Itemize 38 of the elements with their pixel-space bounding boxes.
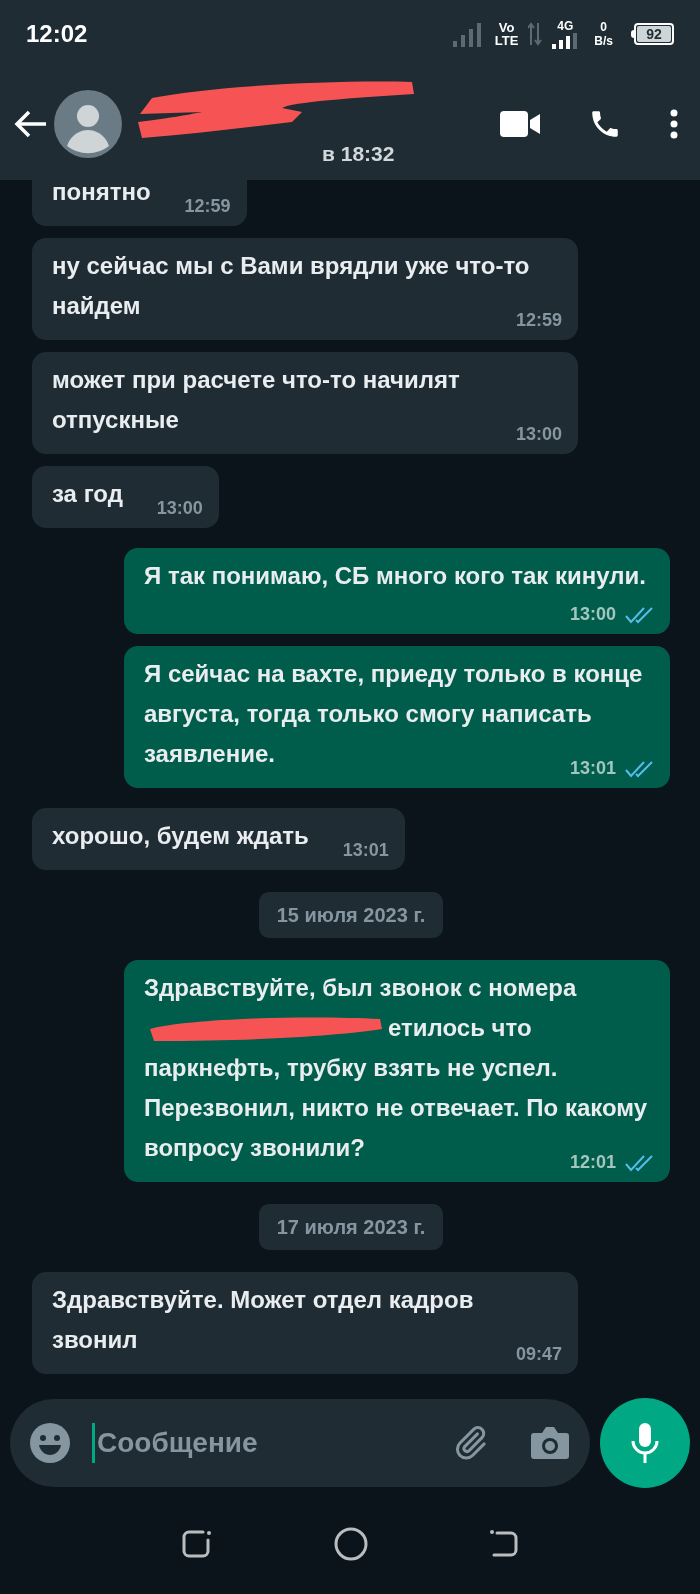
message-text: Здравствуйте. Может отдел кадров звонил: [52, 1286, 474, 1353]
back-arrow-icon[interactable]: [14, 109, 48, 139]
speed-value: 0: [600, 20, 607, 34]
data-arrows-icon: [528, 21, 543, 47]
message-time: 13:00: [569, 603, 616, 626]
message-text: хорошо, будем ждать: [52, 822, 309, 849]
volte-label: Vo: [498, 21, 515, 34]
camera-icon[interactable]: [530, 1425, 570, 1461]
message-text: может при расчете что-то начилят отпускные: [52, 366, 460, 433]
date-separator: 17 июля 2023 г.: [258, 1204, 444, 1250]
more-options-icon[interactable]: [670, 109, 678, 139]
signal-icon: [552, 33, 579, 49]
message-text: етилось что: [388, 1013, 532, 1043]
video-call-icon[interactable]: [500, 111, 540, 137]
message-field[interactable]: Сообщение: [97, 1422, 450, 1464]
message-time: 13:01: [342, 839, 389, 862]
status-time: 12:02: [26, 19, 88, 49]
back-icon[interactable]: [489, 1528, 520, 1560]
network-label: 4G: [557, 19, 574, 33]
message-time: 13:00: [515, 423, 562, 446]
emoji-icon[interactable]: [30, 1423, 70, 1463]
volte-label: LTE: [494, 34, 519, 47]
avatar-icon[interactable]: [54, 90, 122, 158]
message-time: 13:00: [156, 497, 203, 520]
message-text: за год: [52, 480, 123, 507]
message-time: 12:59: [184, 195, 231, 218]
message-text: Я так понимаю, СБ много кого так кинули.: [144, 562, 646, 589]
message-bar[interactable]: Сообщение: [10, 1399, 590, 1487]
last-seen-status: в 18:32: [322, 141, 396, 168]
message-text: понятно: [52, 180, 151, 205]
microphone-icon: [630, 1423, 660, 1463]
battery-level: 92: [637, 26, 671, 42]
message-text: Здравствуйте, был звонок с номера: [144, 973, 578, 1003]
recents-icon[interactable]: [180, 1528, 213, 1560]
speed-unit: B/s: [594, 34, 613, 48]
home-icon[interactable]: [334, 1527, 368, 1561]
date-separator: 15 июля 2023 г.: [258, 892, 444, 938]
message-time: 09:47: [515, 1343, 562, 1366]
